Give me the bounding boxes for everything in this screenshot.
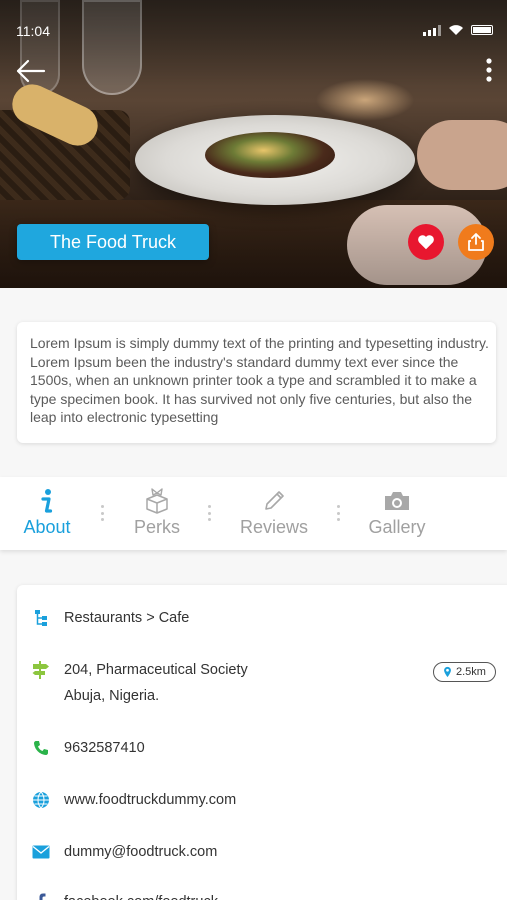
description-card: Lorem Ipsum is simply dummy text of the …	[17, 322, 496, 443]
address-line-1: 204, Pharmaceutical Society	[64, 662, 248, 678]
distance-text: 2.5km	[456, 666, 486, 678]
tab-divider	[337, 505, 340, 521]
tab-label: Gallery	[368, 517, 426, 537]
email-text: dummy@foodtruck.com	[64, 844, 218, 860]
status-icons	[423, 24, 493, 36]
address-line-2: Abuja, Nigeria.	[64, 688, 160, 704]
tab-label: Reviews	[239, 517, 309, 537]
category-tree-icon	[35, 610, 47, 626]
phone-icon	[34, 741, 48, 755]
battery-icon	[471, 25, 493, 35]
favorite-button[interactable]	[408, 224, 444, 260]
distance-badge[interactable]: 2.5km	[433, 662, 496, 682]
more-options-button[interactable]	[481, 57, 497, 83]
gift-box-icon	[146, 488, 168, 514]
tab-about[interactable]: About	[18, 487, 76, 545]
address-row: 204, Pharmaceutical Society Abuja, Niger…	[31, 660, 248, 709]
facebook-icon	[37, 893, 46, 900]
phone-text: 9632587410	[64, 740, 145, 756]
website-row[interactable]: www.foodtruckdummy.com	[31, 790, 236, 813]
description-text: Lorem Ipsum is simply dummy text of the …	[30, 335, 489, 425]
arrow-left-icon	[16, 59, 46, 83]
tab-perks[interactable]: Perks	[128, 487, 186, 545]
share-icon	[468, 233, 484, 251]
info-card: Restaurants > Cafe 204, Pharmaceutical S…	[17, 585, 507, 900]
pencil-icon	[265, 491, 284, 510]
email-row[interactable]: dummy@foodtruck.com	[31, 842, 217, 865]
envelope-icon	[32, 845, 50, 859]
tab-divider	[101, 505, 104, 521]
category-text: Restaurants > Cafe	[64, 610, 190, 626]
back-button[interactable]	[14, 57, 46, 85]
tab-divider	[208, 505, 211, 521]
facebook-text: facebook.com/foodtruck	[64, 889, 218, 900]
signal-icon	[423, 24, 441, 36]
tab-reviews[interactable]: Reviews	[236, 487, 312, 545]
info-icon	[41, 489, 53, 513]
more-vertical-icon	[486, 58, 492, 82]
website-text: www.foodtruckdummy.com	[64, 792, 237, 808]
tab-label: About	[23, 517, 71, 537]
share-button[interactable]	[458, 224, 494, 260]
signpost-icon	[32, 661, 49, 679]
tab-label: Perks	[133, 517, 180, 537]
status-time: 11:04	[16, 23, 50, 39]
category-row: Restaurants > Cafe	[31, 608, 189, 631]
heart-icon	[418, 235, 434, 250]
location-pin-icon	[444, 666, 451, 678]
globe-icon	[33, 791, 49, 809]
wifi-icon	[449, 25, 463, 35]
phone-row[interactable]: 9632587410	[31, 738, 145, 761]
tab-bar: About Perks Reviews Gallery	[0, 477, 507, 550]
tab-gallery[interactable]: Gallery	[364, 487, 430, 545]
restaurant-title: The Food Truck	[17, 224, 209, 260]
camera-icon	[385, 492, 409, 510]
facebook-row[interactable]: facebook.com/foodtruck	[31, 892, 218, 900]
